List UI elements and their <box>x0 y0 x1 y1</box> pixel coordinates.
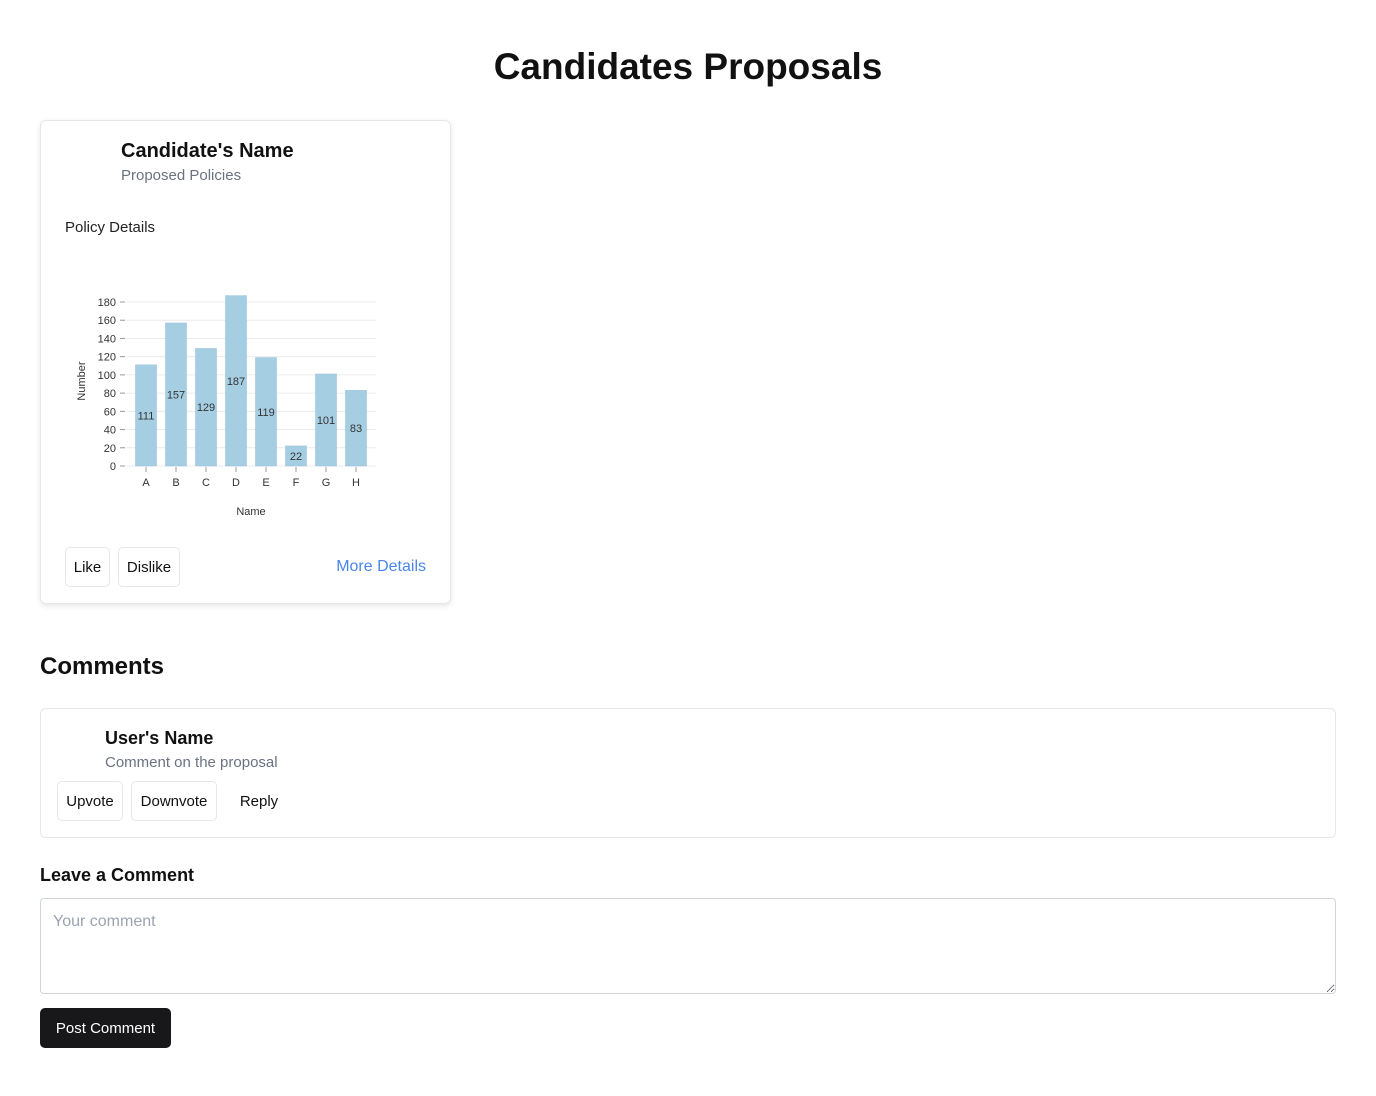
comments-heading: Comments <box>40 653 165 680</box>
comment-item: User's Name Comment on the proposal Upvo… <box>40 708 1336 838</box>
x-tick-label: A <box>142 477 150 489</box>
y-tick-label: 0 <box>110 461 116 473</box>
data-label: 119 <box>257 407 275 419</box>
page-title: Candidates Proposals <box>493 46 883 87</box>
comment-text: Comment on the proposal <box>105 754 278 771</box>
data-label: 129 <box>197 402 215 414</box>
y-tick-label: 20 <box>104 443 116 455</box>
like-button[interactable]: Like <box>65 547 110 587</box>
y-tick-label: 120 <box>98 352 116 364</box>
more-details-link[interactable]: More Details <box>336 558 426 576</box>
data-label: 157 <box>167 389 185 401</box>
data-label: 187 <box>227 376 245 388</box>
candidate-card: Candidate's Name Proposed Policies Polic… <box>40 120 451 604</box>
comment-user-name: User's Name <box>105 728 214 748</box>
data-label: 111 <box>138 410 155 422</box>
data-label: 101 <box>317 415 335 427</box>
y-tick-label: 60 <box>104 406 116 418</box>
upvote-button[interactable]: Upvote <box>57 781 123 821</box>
y-axis-label: Number <box>76 361 88 400</box>
data-label: 22 <box>290 451 302 463</box>
x-tick-label: E <box>262 477 269 489</box>
dislike-button[interactable]: Dislike <box>118 547 180 587</box>
x-tick-label: D <box>232 477 240 489</box>
leave-comment-heading: Leave a Comment <box>40 865 195 885</box>
x-tick-label: G <box>322 477 331 489</box>
y-tick-label: 140 <box>98 333 116 345</box>
downvote-button[interactable]: Downvote <box>131 781 217 821</box>
y-tick-label: 40 <box>104 425 116 437</box>
x-tick-label: H <box>352 477 360 489</box>
x-tick-label: C <box>202 477 210 489</box>
x-tick-label: B <box>172 477 179 489</box>
y-tick-label: 180 <box>98 297 116 309</box>
bar-chart: 0 20 40 60 80 100 120 140 160 180 111 A 157 B 129 C 187 D… <box>76 295 376 518</box>
y-tick-label: 160 <box>98 315 116 327</box>
y-tick-label: 80 <box>104 388 116 400</box>
comment-input[interactable] <box>40 898 1336 994</box>
y-tick-label: 100 <box>98 370 116 382</box>
x-axis-label: Name <box>236 506 265 518</box>
x-tick-label: F <box>293 477 300 489</box>
reply-button[interactable]: Reply <box>227 781 291 821</box>
data-label: 83 <box>350 423 362 435</box>
post-comment-button[interactable]: Post Comment <box>40 1008 171 1048</box>
